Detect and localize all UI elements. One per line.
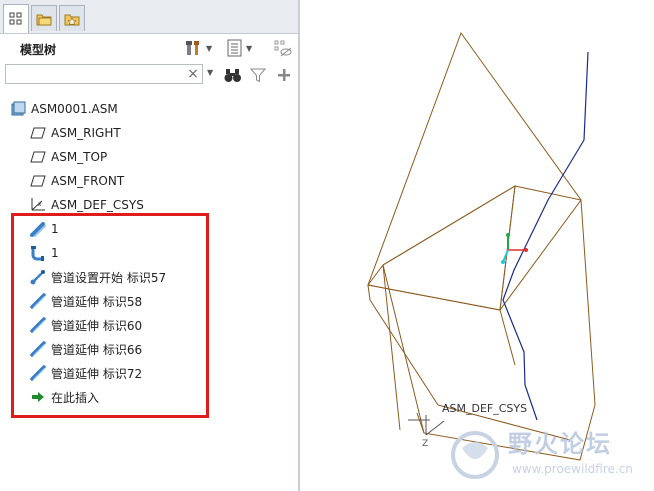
search-row: × ▼ (0, 63, 298, 87)
tab-folder-browser[interactable] (31, 5, 57, 31)
datum-planes (367, 31, 596, 461)
layer-visibility-button[interactable] (274, 38, 292, 58)
tree-item-label: 管道延伸 标识58 (51, 294, 143, 309)
graphics-viewport[interactable]: Z ASM_DEF_CSYS 野火论坛 www.proewildfire.cn (300, 0, 654, 491)
tree-item-label: 1 (51, 246, 59, 260)
filter-button[interactable] (249, 66, 267, 84)
tree-item-pipe-extend-66[interactable]: 管道延伸 标识66 (29, 338, 142, 360)
watermark-logo-icon (451, 431, 499, 479)
coordinate-system-icon: x (29, 196, 47, 214)
pipe-extend-icon (29, 292, 47, 310)
pipe-extend-icon (29, 316, 47, 334)
plane-edge (499, 309, 516, 366)
tree-item-label: ASM_FRONT (51, 174, 125, 188)
tree-item-pipe-extend-60[interactable]: 管道延伸 标识60 (29, 314, 142, 336)
assembly-icon (9, 100, 27, 118)
datum-plane-mid (367, 185, 516, 311)
datum-plane-icon (29, 148, 47, 166)
tree-item-label: ASM_TOP (51, 150, 108, 164)
search-input[interactable] (5, 64, 203, 84)
favorites-folder-icon (64, 14, 80, 26)
show-dropdown[interactable]: ▼ (226, 38, 252, 58)
plane-edge (416, 412, 425, 434)
insert-here-arrow-icon (29, 388, 47, 406)
model-wireframe: Z (367, 31, 596, 461)
tree-item-label: ASM_DEF_CSYS (51, 198, 144, 212)
pipe-extend-icon (29, 340, 47, 358)
model-tree-header: 模型树 ▼ ▼ (0, 34, 298, 62)
tree-item-fitting[interactable]: 1 (29, 242, 59, 264)
svg-text:Z: Z (422, 439, 428, 449)
panel-tab-bar (0, 0, 298, 34)
plus-icon (278, 69, 290, 81)
filter-icon (250, 68, 266, 83)
tree-item-pipe-extend-58[interactable]: 管道延伸 标识58 (29, 290, 142, 312)
watermark-text: 野火论坛 (508, 430, 612, 458)
datum-plane-icon (29, 172, 47, 190)
tree-item-spool[interactable]: 1 (29, 218, 59, 240)
tools-icon (186, 41, 199, 55)
tree-item-asm-front[interactable]: ASM_FRONT (29, 170, 124, 192)
default-csys-axes: Z (408, 415, 445, 449)
svg-text:x: x (38, 201, 42, 208)
chevron-down-icon: ▼ (206, 43, 213, 53)
tree-item-label: 在此插入 (51, 390, 100, 405)
tree-item-label: 管道延伸 标识72 (51, 366, 143, 381)
hidden-items-icon (274, 40, 292, 57)
pipe-centerline (502, 51, 589, 421)
model-tree-panel: 模型树 ▼ ▼ × ▼ ASM0001.ASM ASM_RIGHT ASM_TO… (0, 0, 298, 491)
tree-item-label: ASM0001.ASM (31, 102, 118, 116)
tree-item-pipe-start-57[interactable]: 管道设置开始 标识57 (29, 266, 166, 288)
watermark-url: www.proewildfire.cn (512, 462, 633, 476)
search-history-dropdown[interactable]: ▼ (207, 68, 213, 77)
datum-plane-top (367, 31, 582, 311)
tree-item-label: 管道延伸 标识66 (51, 342, 143, 357)
tab-favorites[interactable] (59, 5, 85, 31)
pipe-extend-icon (29, 364, 47, 382)
datum-plane-icon (29, 124, 47, 142)
tree-item-assembly[interactable]: ASM0001.ASM (9, 98, 118, 120)
pipe-start-icon (29, 268, 47, 286)
add-column-button[interactable] (275, 66, 293, 84)
piping-spool-icon (29, 220, 47, 238)
list-view-icon (227, 39, 242, 57)
tree-item-label: 管道设置开始 标识57 (51, 270, 167, 285)
tree-item-pipe-extend-72[interactable]: 管道延伸 标识72 (29, 362, 142, 384)
tree-item-label: 1 (51, 222, 59, 236)
csys-label: ASM_DEF_CSYS (442, 402, 528, 415)
clear-search-icon[interactable]: × (186, 65, 200, 83)
panel-title: 模型树 (20, 43, 57, 57)
binoculars-icon (224, 69, 241, 82)
chevron-down-icon: ▼ (246, 43, 253, 53)
settings-dropdown[interactable]: ▼ (184, 38, 212, 58)
tree-item-asm-top[interactable]: ASM_TOP (29, 146, 107, 168)
model-tree-tab-icon (9, 12, 22, 25)
find-button[interactable] (224, 66, 242, 84)
tree-item-asm-def-csys[interactable]: x ASM_DEF_CSYS (29, 194, 144, 216)
folder-icon (36, 14, 52, 25)
tree-item-insert-here[interactable]: 在此插入 (29, 386, 99, 408)
tree-item-label: 管道延伸 标识60 (51, 318, 143, 333)
watermark: 野火论坛 www.proewildfire.cn (451, 424, 653, 488)
tab-model-tree[interactable] (3, 4, 29, 33)
piping-fitting-icon (29, 244, 47, 262)
tree-item-asm-right[interactable]: ASM_RIGHT (29, 122, 121, 144)
tree-item-label: ASM_RIGHT (51, 126, 121, 140)
